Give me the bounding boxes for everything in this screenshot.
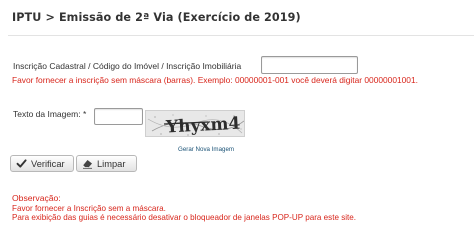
iptu-second-copy-page: IPTU > Emissão de 2ª Via (Exercício de 2… bbox=[0, 0, 474, 241]
observation-title: Observação: bbox=[12, 193, 61, 203]
clear-button[interactable]: Limpar bbox=[76, 155, 137, 172]
required-marker: * bbox=[82, 109, 87, 119]
inscricao-label: Inscrição Cadastral / Código do Imóvel /… bbox=[13, 61, 242, 71]
captcha-image: Yhyxm4 bbox=[145, 110, 245, 137]
verify-button-label: Verificar bbox=[31, 158, 65, 169]
clear-button-label: Limpar bbox=[97, 158, 126, 169]
observation-line: Para exibição das guias é necessário des… bbox=[12, 213, 357, 222]
captcha-label: Texto da Imagem: * bbox=[13, 109, 86, 119]
verify-button[interactable]: Verificar bbox=[10, 155, 74, 172]
generate-new-image-link[interactable]: Gerar Nova Imagem bbox=[178, 146, 234, 153]
captcha-label-text: Texto da Imagem: bbox=[13, 109, 81, 119]
title-divider bbox=[8, 35, 474, 36]
inscricao-mask-warning: Favor fornecer a inscrição sem máscara (… bbox=[12, 75, 418, 85]
page-title: IPTU > Emissão de 2ª Via (Exercício de 2… bbox=[12, 11, 301, 24]
inscricao-input[interactable] bbox=[261, 56, 358, 74]
checkmark-icon bbox=[16, 158, 27, 169]
captcha-text: Yhyxm4 bbox=[165, 114, 241, 137]
captcha-picture: Yhyxm4 bbox=[146, 111, 244, 137]
captcha-input[interactable] bbox=[94, 108, 143, 125]
eraser-icon bbox=[82, 158, 93, 169]
observation-line: Favor fornecer a Inscrição sem a máscara… bbox=[12, 204, 166, 213]
